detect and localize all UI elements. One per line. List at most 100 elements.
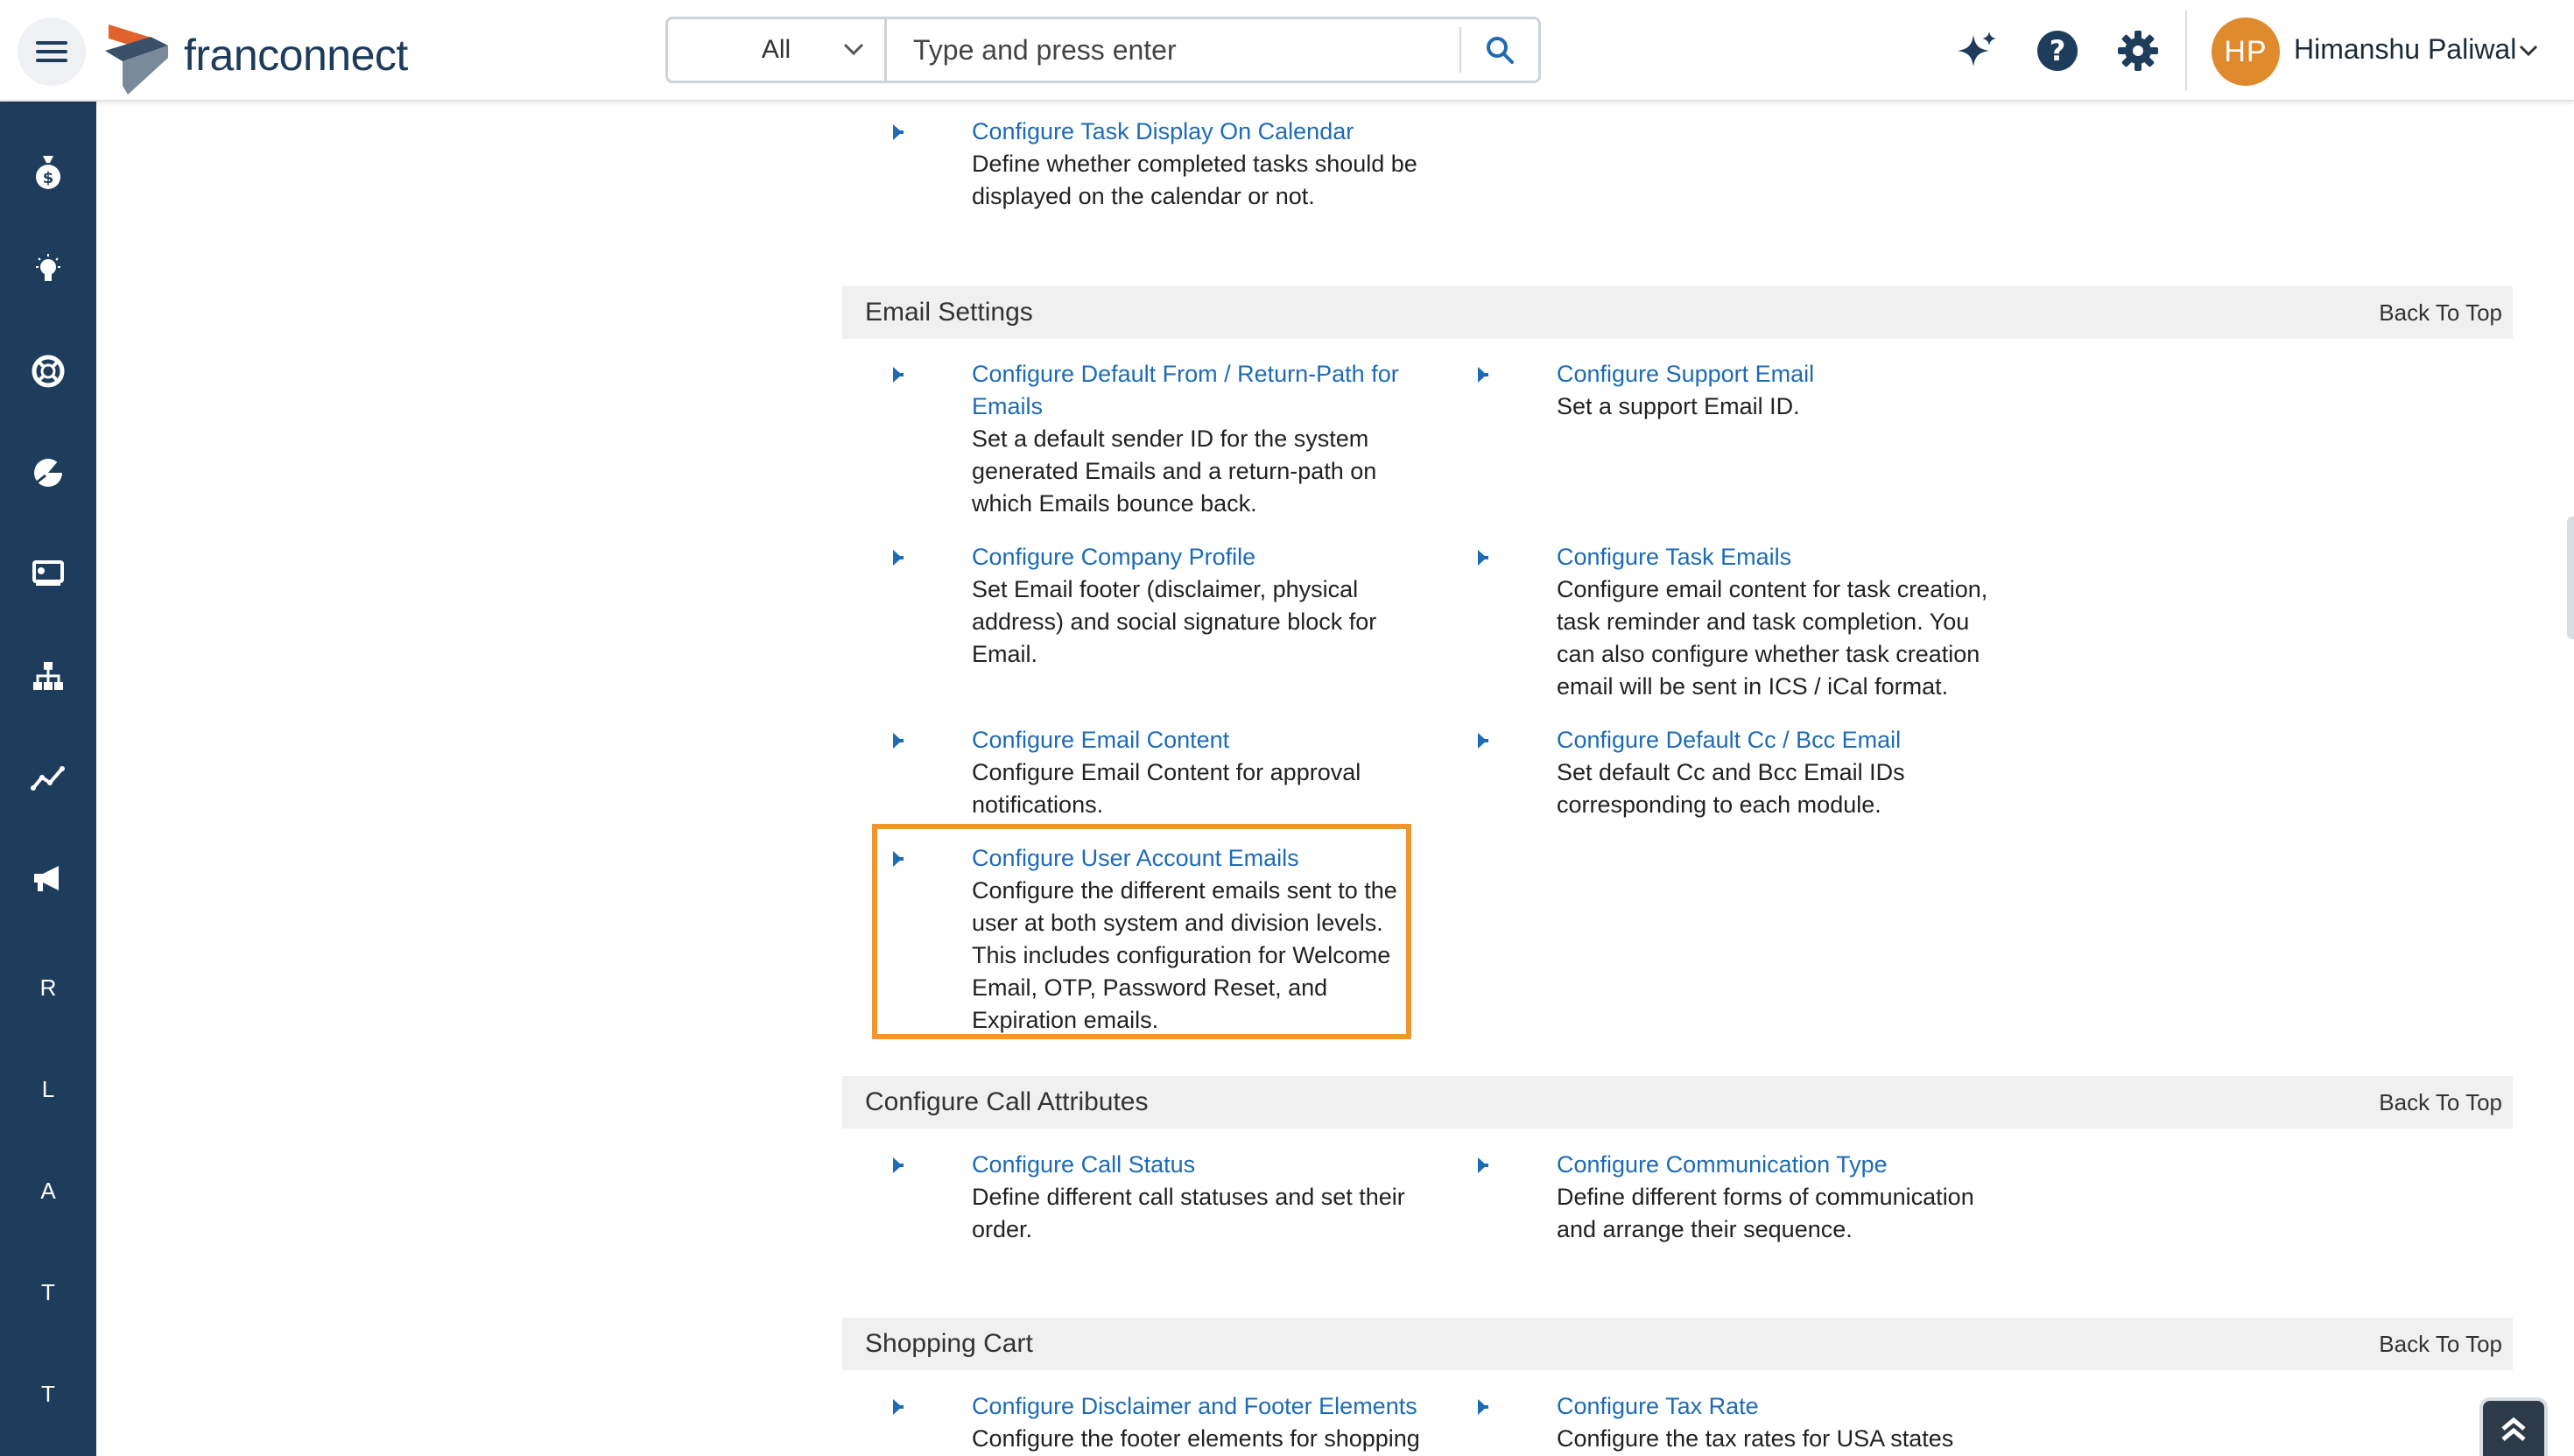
sidebar-item-money[interactable]: $ [0,137,96,207]
item-description: Configure the footer elements for shoppi… [972,1425,1420,1452]
sidebar-item-support[interactable] [0,336,96,406]
user-name[interactable]: Himanshu Paliwal [2294,33,2516,66]
org-chart-icon [33,662,63,690]
section-title: Configure Call Attributes [865,1087,1149,1116]
sidebar-item-l[interactable]: L [0,1054,96,1124]
help-icon: ? [2037,31,2078,71]
section-header-shopping-cart: Shopping Cart Back To Top [842,1318,2513,1370]
list-item: Configure Company Profile Set Email foot… [891,541,1425,671]
back-to-top-link[interactable]: Back To Top [2379,1331,2502,1358]
bullet-arrow-icon [893,1399,904,1415]
sidebar-item-analytics[interactable] [0,742,96,812]
bullet-arrow-icon [1478,550,1488,566]
sidebar-item-ideas[interactable] [0,236,96,306]
bullet-arrow-icon [893,550,904,566]
logo-mark-icon [105,25,168,95]
item-description: Set default Cc and Bcc Email IDs corresp… [1557,759,1905,818]
search-scope-value: All [761,35,791,64]
configure-call-status-link[interactable]: Configure Call Status [972,1149,1425,1181]
search-input[interactable] [887,19,1459,81]
settings-button[interactable] [2113,26,2163,75]
left-sidebar: $ R L A T T [0,102,96,1456]
search-scope-select[interactable]: All [668,19,887,81]
item-description: Set a support Email ID. [1557,393,1800,419]
configure-task-display-link[interactable]: Configure Task Display On Calendar [972,116,1425,148]
item-description: Configure Email Content for approval not… [972,759,1361,818]
section-title: Shopping Cart [865,1329,1033,1358]
item-description: Configure email content for task creatio… [1557,576,1988,700]
list-item: Configure Default From / Return-Path for… [891,358,1425,520]
sidebar-item-hierarchy[interactable] [0,641,96,711]
scroll-to-top-button[interactable] [2483,1401,2544,1456]
gear-icon [2118,31,2158,71]
logo-text: franconnect [184,31,408,80]
section-header-call-attributes: Configure Call Attributes Back To Top [842,1076,2513,1129]
item-description: Define whether completed tasks should be… [972,151,1417,209]
top-header: franconnect All ? [0,0,2574,102]
item-description: Define different forms of communication … [1557,1184,1974,1242]
section-title: Email Settings [865,298,1033,327]
configure-default-from-link[interactable]: Configure Default From / Return-Path for… [972,358,1425,423]
item-description: Define different call statuses and set t… [972,1184,1405,1242]
bullet-arrow-icon [893,124,904,140]
bullet-arrow-icon [893,733,904,749]
bullet-arrow-icon [893,367,904,383]
list-item: Configure Task Display On Calendar Defin… [891,116,1425,213]
search-icon [1487,37,1514,64]
list-item: Configure Disclaimer and Footer Elements… [891,1390,1425,1455]
bullet-arrow-icon [1478,367,1488,383]
list-item: Configure Tax Rate Configure the tax rat… [1476,1390,2010,1456]
header-divider [2185,11,2187,91]
hamburger-menu-button[interactable] [18,18,86,86]
bullet-arrow-icon [893,1157,904,1173]
highlight-box [872,824,1411,1039]
svg-text:?: ? [2050,34,2066,67]
configure-default-cc-bcc-link[interactable]: Configure Default Cc / Bcc Email [1557,724,2010,756]
configure-company-profile-link[interactable]: Configure Company Profile [972,541,1425,573]
configure-communication-type-link[interactable]: Configure Communication Type [1557,1149,2010,1181]
list-item: Configure Support Email Set a support Em… [1476,358,2010,423]
configure-tax-rate-link[interactable]: Configure Tax Rate [1557,1390,2010,1423]
pie-chart-icon [34,459,63,487]
sidebar-item-pie[interactable] [0,438,96,508]
list-item: Configure Task Emails Configure email co… [1476,541,2010,703]
sparkle-icon [1958,32,1996,67]
sidebar-item-r[interactable]: R [0,953,96,1023]
item-description: Set a default sender ID for the system g… [972,426,1377,517]
megaphone-icon [34,866,59,891]
configure-task-emails-link[interactable]: Configure Task Emails [1557,541,2010,573]
ai-sparkle-button[interactable] [1952,26,2001,75]
list-item: Configure Email Content Configure Email … [891,724,1425,821]
trend-line-icon [31,766,65,791]
list-item: Configure Call Status Define different c… [891,1149,1425,1246]
back-to-top-link[interactable]: Back To Top [2379,299,2502,327]
item-description: Configure the tax rates for USA states w… [1557,1425,1954,1452]
configure-support-email-link[interactable]: Configure Support Email [1557,358,2010,390]
configure-disclaimer-footer-link[interactable]: Configure Disclaimer and Footer Elements [972,1390,1425,1423]
item-description: Set Email footer (disclaimer, physical a… [972,576,1377,667]
double-chevron-up-icon [2501,1417,2526,1441]
help-button[interactable]: ? [2033,26,2082,75]
bullet-arrow-icon [1478,1157,1488,1173]
configure-email-content-link[interactable]: Configure Email Content [972,724,1425,756]
sidebar-item-training[interactable] [0,539,96,609]
avatar[interactable]: HP [2212,18,2280,86]
sidebar-item-marketing[interactable] [0,844,96,914]
hamburger-icon [36,41,67,62]
lightbulb-icon [36,254,60,281]
back-to-top-link[interactable]: Back To Top [2379,1089,2502,1116]
bullet-arrow-icon [1478,733,1488,749]
side-panel-tab[interactable] [2567,517,2574,639]
money-bag-icon: $ [36,156,60,189]
sidebar-item-a[interactable]: A [0,1156,96,1226]
sidebar-item-t1[interactable]: T [0,1257,96,1327]
search-button[interactable] [1459,27,1538,73]
sidebar-item-t2[interactable]: T [0,1359,96,1429]
presentation-icon [32,560,64,586]
list-item: Configure Default Cc / Bcc Email Set def… [1476,724,2010,821]
franconnect-logo[interactable]: franconnect [102,16,408,95]
chevron-down-icon[interactable] [2518,44,2539,58]
list-item: Configure Communication Type Define diff… [1476,1149,2010,1246]
svg-text:$: $ [43,169,54,187]
section-header-email-settings: Email Settings Back To Top [842,286,2513,339]
